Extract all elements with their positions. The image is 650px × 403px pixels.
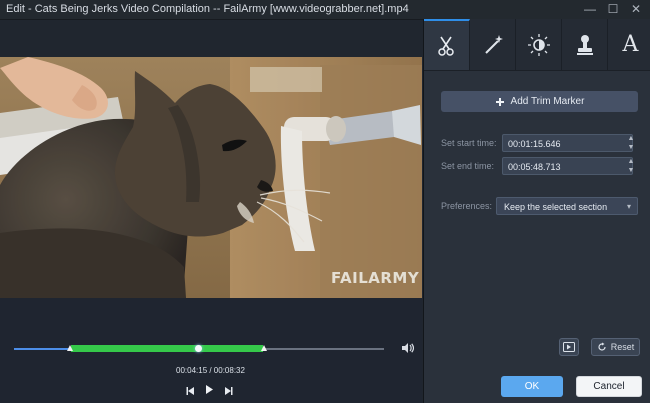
minimize-button[interactable]: —: [580, 0, 600, 19]
trim-end-handle[interactable]: [261, 345, 267, 351]
end-time-input[interactable]: 00:05:48.713: [502, 157, 633, 175]
start-time-stepper[interactable]: ▲ ▼: [624, 134, 638, 152]
magic-wand-icon: [484, 34, 503, 54]
tab-trim[interactable]: [424, 19, 470, 70]
preview-selection-button[interactable]: [559, 338, 579, 356]
preview-icon: [563, 342, 575, 352]
playhead[interactable]: [195, 345, 202, 352]
add-trim-marker-label: Add Trim Marker: [510, 96, 585, 107]
video-watermark: FAILARMY: [331, 269, 420, 287]
ok-button[interactable]: OK: [501, 376, 563, 397]
chevron-down-icon[interactable]: ▼: [624, 143, 638, 152]
timeline-track[interactable]: [14, 345, 384, 352]
step-forward-icon: [225, 387, 233, 395]
maximize-button[interactable]: ☐: [603, 0, 623, 19]
tab-watermark[interactable]: [562, 19, 608, 70]
tab-text[interactable]: A: [608, 19, 650, 70]
close-button[interactable]: ✕: [626, 0, 646, 19]
trim-selection: [71, 345, 263, 352]
text-icon: A: [622, 32, 639, 57]
reset-icon: [598, 342, 606, 351]
player-controls-area: 00:04:15 / 00:08:32: [0, 298, 422, 403]
preferences-value: Keep the selected section: [504, 202, 608, 212]
add-trim-marker-button[interactable]: Add Trim Marker: [441, 91, 638, 112]
end-time-label: Set end time:: [441, 161, 495, 171]
trim-start-handle[interactable]: [67, 345, 73, 351]
play-button[interactable]: [203, 383, 216, 396]
chevron-down-icon: ▾: [626, 202, 631, 211]
start-time-input[interactable]: 00:01:15.646: [502, 134, 633, 152]
plus-icon: [495, 97, 504, 106]
speaker-icon: [402, 343, 415, 353]
tab-effects[interactable]: [470, 19, 516, 70]
tool-tabs: A: [424, 19, 650, 71]
end-time-stepper[interactable]: ▲ ▼: [624, 157, 638, 175]
preferences-label: Preferences:: [441, 201, 493, 211]
video-preview: FAILARMY: [0, 57, 422, 298]
window-title: Edit - Cats Being Jerks Video Compilatio…: [6, 3, 409, 15]
stamp-icon: [576, 34, 593, 55]
start-time-label: Set start time:: [441, 138, 497, 148]
title-bar: Edit - Cats Being Jerks Video Compilatio…: [0, 0, 650, 20]
reset-button[interactable]: Reset: [591, 338, 640, 356]
brightness-icon: [527, 33, 550, 56]
time-display: 00:04:15 / 00:08:32: [176, 366, 245, 375]
editor-panel: A Add Trim Marker Set start time: 00:01:…: [423, 19, 650, 403]
scissors-icon: [437, 36, 454, 56]
cancel-button[interactable]: Cancel: [576, 376, 642, 397]
chevron-up-icon[interactable]: ▲: [624, 134, 638, 143]
play-icon: [206, 385, 213, 394]
chevron-down-icon[interactable]: ▼: [624, 166, 638, 175]
chevron-up-icon[interactable]: ▲: [624, 157, 638, 166]
previous-frame-button[interactable]: [185, 384, 197, 396]
preferences-select[interactable]: Keep the selected section ▾: [496, 197, 638, 215]
tab-adjust[interactable]: [516, 19, 562, 70]
video-frame-image: [0, 57, 422, 298]
volume-button[interactable]: [400, 341, 415, 355]
step-back-icon: [186, 387, 194, 395]
next-frame-button[interactable]: [222, 384, 234, 396]
reset-label: Reset: [610, 342, 635, 352]
